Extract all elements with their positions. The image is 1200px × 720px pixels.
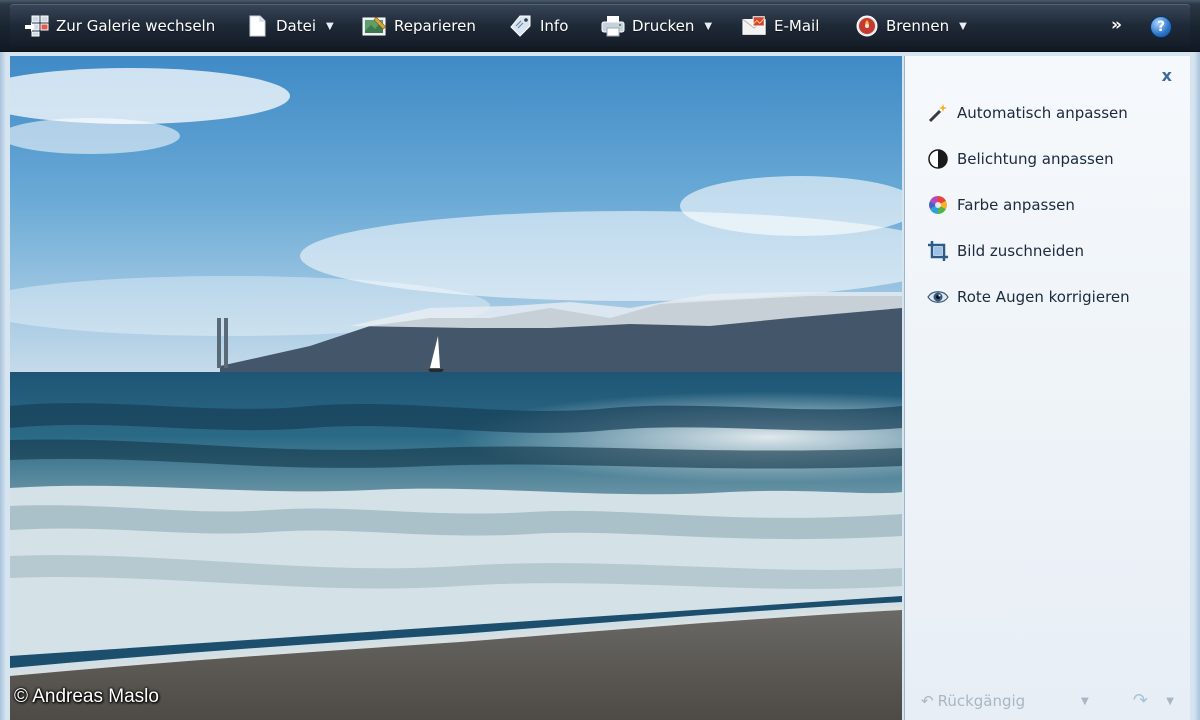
undo-icon: ↶ — [921, 692, 934, 710]
crop-icon — [927, 240, 949, 262]
email-button[interactable]: E-Mail — [742, 13, 819, 39]
burn-menu-button[interactable]: Brennen ▼ — [854, 13, 967, 39]
undo-button[interactable]: ↶ Rückgängig — [921, 692, 1025, 710]
exposure-icon — [927, 148, 949, 170]
color-wheel-icon — [927, 194, 949, 216]
go-to-gallery-button[interactable]: Zur Galerie wechseln — [24, 13, 215, 39]
more-commands-button[interactable]: » — [1111, 15, 1122, 35]
toolbar: Zur Galerie wechseln Datei ▼ Reparieren … — [0, 0, 1200, 52]
info-tag-icon — [508, 14, 534, 38]
auto-adjust-button[interactable]: Automatisch anpassen — [927, 100, 1128, 126]
crop-image-label: Bild zuschneiden — [957, 242, 1085, 260]
burn-disc-icon — [854, 14, 880, 38]
copyright-text: © Andreas Maslo — [14, 686, 159, 707]
printer-icon — [600, 14, 626, 38]
fix-panel: x Automatisch anpassen Belichtung anpass… — [904, 56, 1190, 720]
toolbar-strip: Zur Galerie wechseln Datei ▼ Reparieren … — [10, 4, 1190, 46]
crop-image-button[interactable]: Bild zuschneiden — [927, 238, 1084, 264]
burn-menu-label: Brennen — [886, 17, 950, 35]
red-eye-icon — [927, 286, 949, 308]
go-to-gallery-label: Zur Galerie wechseln — [56, 17, 216, 35]
chevron-down-icon[interactable]: ▼ — [1166, 696, 1174, 707]
repair-icon — [362, 14, 388, 38]
email-icon — [742, 14, 768, 38]
magic-wand-icon — [927, 102, 949, 124]
info-label: Info — [540, 17, 569, 35]
gallery-icon — [24, 14, 50, 38]
auto-adjust-label: Automatisch anpassen — [957, 104, 1128, 122]
adjust-color-button[interactable]: Farbe anpassen — [927, 192, 1075, 218]
adjust-exposure-button[interactable]: Belichtung anpassen — [927, 146, 1114, 172]
repair-label: Reparieren — [394, 17, 476, 35]
chevron-down-icon[interactable]: ▼ — [1081, 696, 1089, 707]
adjust-color-label: Farbe anpassen — [957, 196, 1075, 214]
help-icon[interactable]: ? — [1150, 16, 1172, 38]
fix-red-eye-button[interactable]: Rote Augen korrigieren — [927, 284, 1130, 310]
beach-photo-image — [10, 56, 902, 720]
adjust-exposure-label: Belichtung anpassen — [957, 150, 1114, 168]
fix-red-eye-label: Rote Augen korrigieren — [957, 288, 1130, 306]
email-label: E-Mail — [774, 17, 820, 35]
info-button[interactable]: Info — [508, 13, 568, 39]
undo-redo-bar: ↶ Rückgängig ▼ ↷ ▼ — [905, 686, 1190, 720]
file-icon — [244, 14, 270, 38]
repair-button[interactable]: Reparieren — [362, 13, 476, 39]
chevron-down-icon: ▼ — [326, 20, 334, 32]
file-menu-button[interactable]: Datei ▼ — [244, 13, 334, 39]
close-panel-button[interactable]: x — [1162, 66, 1172, 85]
file-menu-label: Datei — [276, 17, 317, 35]
print-menu-label: Drucken — [632, 17, 695, 35]
undo-label: Rückgängig — [937, 692, 1026, 710]
chevron-down-icon: ▼ — [959, 20, 967, 32]
chevron-down-icon: ▼ — [704, 20, 713, 32]
photo-viewer[interactable] — [10, 56, 902, 720]
redo-icon[interactable]: ↷ — [1133, 690, 1148, 711]
print-menu-button[interactable]: Drucken ▼ — [600, 13, 712, 39]
